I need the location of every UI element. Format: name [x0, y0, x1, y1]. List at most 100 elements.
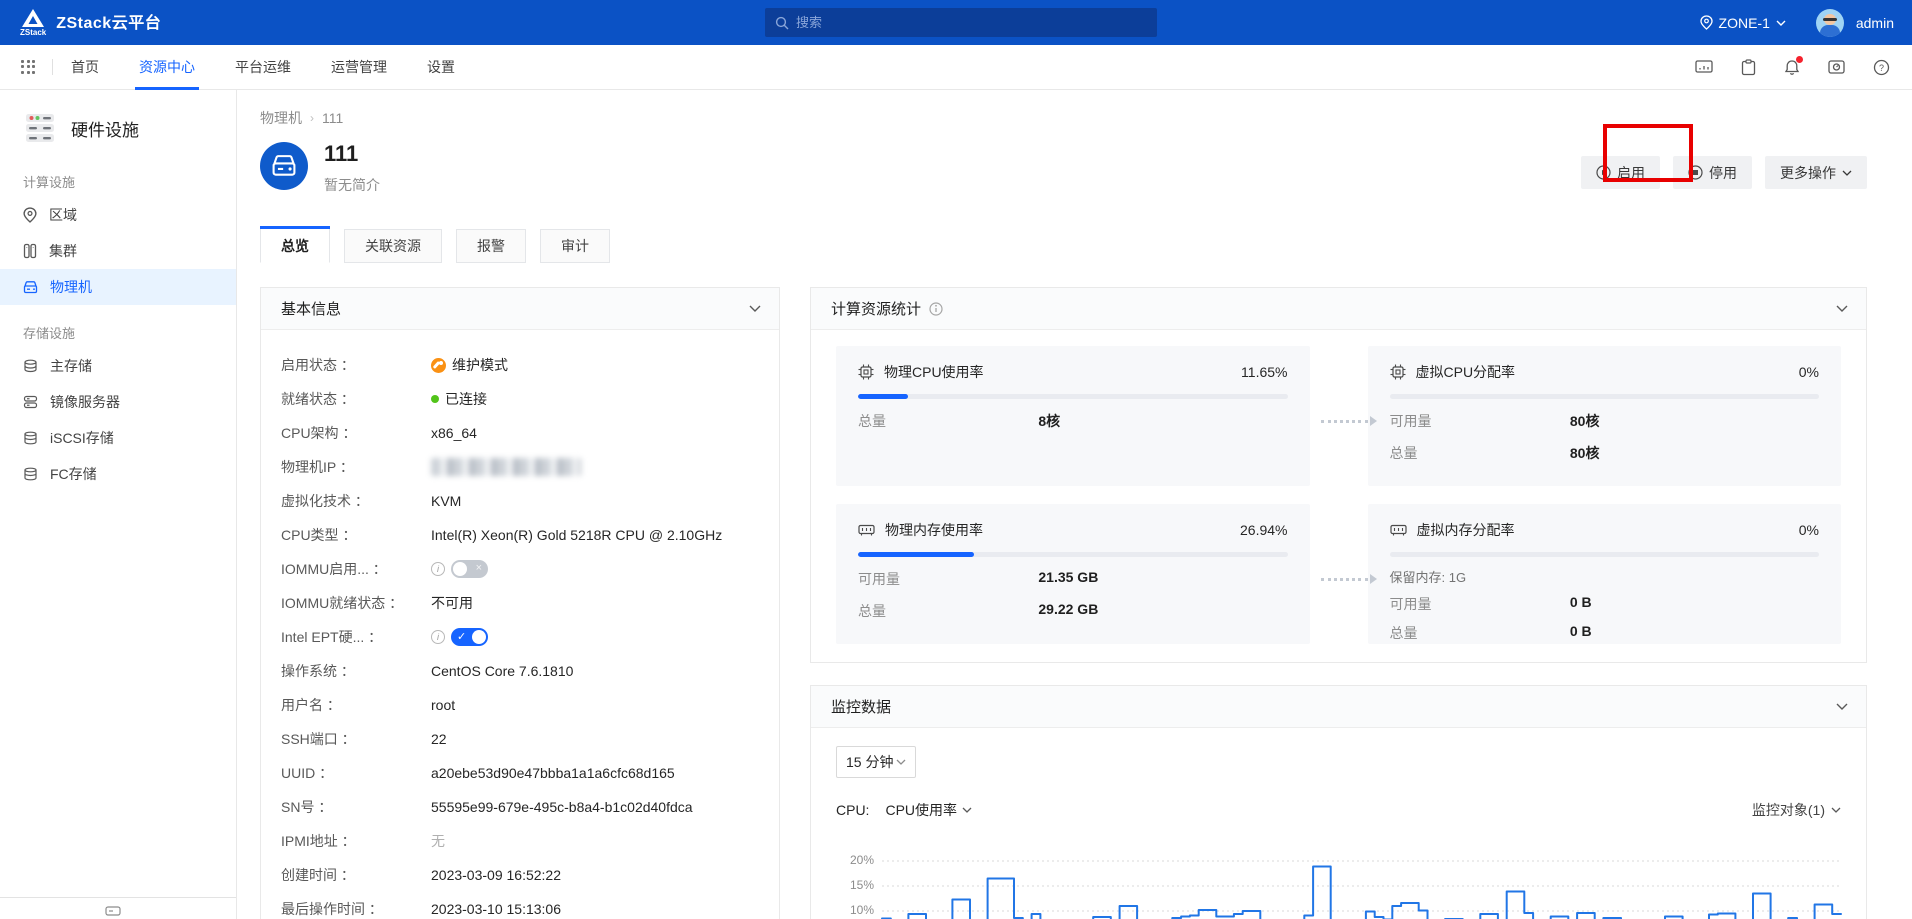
chevron-down-icon [1776, 20, 1786, 26]
breadcrumb-physical-host[interactable]: 物理机 [260, 108, 302, 128]
progress-bar [858, 552, 1288, 557]
sidebar-item-fc-storage[interactable]: FC存储 [0, 456, 236, 492]
time-range-select[interactable]: 15 分钟 [836, 746, 916, 778]
iommu-toggle[interactable]: × [451, 560, 488, 578]
monitor-title: 监控数据 [831, 696, 891, 717]
sidebar-item-primary-storage[interactable]: 主存储 [0, 348, 236, 384]
chevron-down-icon [1831, 807, 1841, 813]
ept-toggle[interactable]: ✓ [451, 628, 488, 646]
sidebar-collapse-icon[interactable] [105, 906, 121, 916]
host-avatar-icon [260, 142, 308, 190]
field-enable-state: 启用状态 ： 维护模式 [281, 348, 759, 382]
recorder-icon[interactable] [1828, 59, 1845, 75]
tab-audit[interactable]: 审计 [540, 229, 610, 263]
field-iommu-ready: IOMMU就绪状态 ： 不可用 [281, 586, 759, 620]
collapse-chevron-icon[interactable] [749, 305, 761, 312]
field-last-op-time: 最后操作时间 ： 2023-03-10 15:13:06 [281, 892, 759, 919]
progress-bar [1390, 552, 1820, 557]
basic-info-title: 基本信息 [281, 298, 341, 319]
field-uuid: UUID ： a20ebe53d90e47bbba1a1a6cfc68d165 [281, 756, 759, 790]
username[interactable]: admin [1856, 15, 1894, 31]
chevron-down-icon [896, 759, 906, 765]
zone-selector[interactable]: ZONE-1 [1700, 15, 1786, 31]
sidebar-item-label: 集群 [49, 241, 77, 261]
console-icon[interactable] [1695, 59, 1713, 75]
logo-text: ZStack [20, 29, 46, 37]
memory-icon [1390, 523, 1407, 537]
line-chart-canvas [836, 836, 1846, 919]
redacted-ip-value [431, 458, 581, 476]
field-os: 操作系统 ： CentOS Core 7.6.1810 [281, 654, 759, 688]
nav-item-resource-center[interactable]: 资源中心 [139, 45, 195, 90]
cpu-usage-chart: 20% 15% 10% [836, 836, 1841, 919]
detail-tabs: 总览 关联资源 报警 审计 [260, 229, 1867, 263]
field-ipmi: IPMI地址 ： 无 [281, 824, 759, 858]
nav-item-home[interactable]: 首页 [71, 45, 99, 90]
info-icon[interactable]: i [431, 562, 445, 576]
progress-bar [1390, 394, 1820, 399]
compute-stats-title: 计算资源统计 [831, 298, 921, 319]
sidebar-item-label: 区域 [49, 205, 77, 225]
stat-percent: 11.65% [1241, 364, 1287, 380]
zstack-logo[interactable]: ZStack ZStack云平台 [20, 8, 161, 37]
app-grid-icon[interactable] [21, 60, 36, 75]
info-icon[interactable]: i [431, 630, 445, 644]
metric-select[interactable]: CPU使用率 [885, 800, 972, 820]
breadcrumb-separator-icon: › [310, 111, 314, 125]
iscsi-storage-icon [23, 431, 38, 445]
more-actions-button[interactable]: 更多操作 [1765, 156, 1867, 189]
notification-badge [1796, 56, 1803, 63]
sidebar-item-label: 主存储 [50, 356, 92, 376]
stat-percent: 26.94% [1240, 522, 1287, 538]
breadcrumb: 物理机 › 111 [260, 108, 1867, 128]
tab-overview[interactable]: 总览 [260, 229, 330, 263]
sidebar-item-cluster[interactable]: 集群 [0, 233, 236, 269]
global-search[interactable] [765, 8, 1157, 37]
enable-button[interactable]: 启用 [1581, 156, 1660, 189]
sidebar-section-compute: 计算设施 [0, 172, 236, 191]
primary-storage-icon [23, 359, 38, 373]
tab-alerts[interactable]: 报警 [456, 229, 526, 263]
nav-item-operation-mgmt[interactable]: 运营管理 [331, 45, 387, 90]
stat-percent: 0% [1799, 364, 1819, 380]
field-ssh-port: SSH端口 ： 22 [281, 722, 759, 756]
nav-item-platform-ops[interactable]: 平台运维 [235, 45, 291, 90]
progress-bar [858, 394, 1288, 399]
collapse-chevron-icon[interactable] [1836, 305, 1848, 312]
sidebar-section-storage: 存储设施 [0, 323, 236, 342]
disable-button[interactable]: 停用 [1673, 156, 1752, 189]
clipboard-icon[interactable] [1741, 59, 1756, 76]
play-circle-icon [1596, 165, 1611, 180]
nav-item-settings[interactable]: 设置 [427, 45, 455, 90]
stop-circle-icon [1688, 165, 1703, 180]
tab-related-resources[interactable]: 关联资源 [344, 229, 442, 263]
stat-physical-cpu: 物理CPU使用率 11.65% 总量8核 [836, 346, 1310, 486]
field-host-ip: 物理机IP ： [281, 450, 759, 484]
memory-icon [858, 523, 875, 537]
collapse-chevron-icon[interactable] [1836, 703, 1848, 710]
field-ready-state: 就绪状态 ： 已连接 [281, 382, 759, 416]
sidebar-item-iscsi-storage[interactable]: iSCSI存储 [0, 420, 236, 456]
user-avatar[interactable] [1816, 9, 1844, 37]
help-icon[interactable]: ? [1873, 59, 1890, 76]
field-username: 用户名 ： root [281, 688, 759, 722]
sidebar-item-physical-host[interactable]: 物理机 [0, 269, 236, 305]
sidebar-item-zone[interactable]: 区域 [0, 197, 236, 233]
main-nav-bar: 首页 资源中心 平台运维 运营管理 设置 ? [0, 45, 1912, 90]
sidebar-item-label: 镜像服务器 [50, 392, 120, 412]
monitor-panel: 监控数据 15 分钟 CPU: CPU使用率 [810, 685, 1867, 919]
basic-info-panel: 基本信息 启用状态 ： 维护模式 就绪状态 ： 已连接 CPU架 [260, 287, 780, 919]
monitor-objects-select[interactable]: 监控对象(1) [1752, 800, 1841, 820]
flow-arrow-icon [1321, 416, 1377, 426]
info-icon[interactable] [929, 302, 943, 316]
sidebar-item-image-server[interactable]: 镜像服务器 [0, 384, 236, 420]
location-pin-icon [1700, 15, 1713, 30]
page-title: 111 [324, 142, 380, 166]
search-icon [775, 16, 789, 30]
physical-host-icon [23, 280, 38, 295]
sidebar: 硬件设施 计算设施 区域 集群 物理机 存储设施 主存储 [0, 90, 237, 919]
notification-bell-icon[interactable] [1784, 59, 1800, 76]
search-input[interactable] [796, 15, 1126, 30]
zstack-logo-icon [21, 8, 45, 28]
stat-physical-memory: 物理内存使用率 26.94% 可用量21.35 GB 总量29.22 GB [836, 504, 1310, 644]
